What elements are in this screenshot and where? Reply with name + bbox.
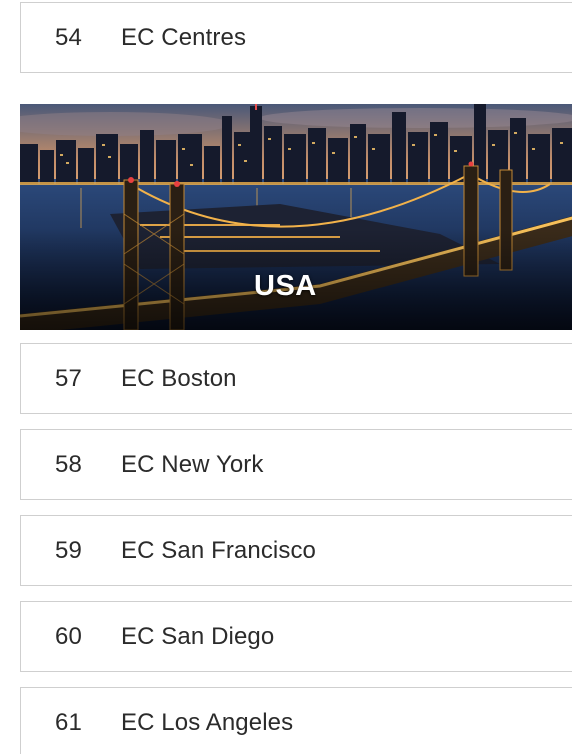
toc-page-number: 57 [55,364,83,392]
toc-section-title: EC San Diego [121,622,275,650]
toc-row-ec-boston[interactable]: 57 EC Boston [20,343,572,414]
toc-row-ec-new-york[interactable]: 58 EC New York [20,429,572,500]
toc-section-title: EC San Francisco [121,536,317,564]
toc-section-title: EC Boston [121,364,237,392]
toc-page-number: 61 [55,708,83,736]
toc-page-number: 60 [55,622,83,650]
toc-page-number: 58 [55,450,83,478]
toc-section-title: EC Los Angeles [121,708,294,736]
toc-section-title: EC Centres [121,23,247,51]
toc-row-ec-san-diego[interactable]: 60 EC San Diego [20,601,572,672]
toc-row-ec-san-francisco[interactable]: 59 EC San Francisco [20,515,572,586]
toc-section-title: EC New York [121,450,264,478]
banner-country-label: USA [254,270,317,302]
page: 54 EC Centres USA 57 EC Boston 58 EC New… [0,0,572,754]
toc-row-ec-centres[interactable]: 54 EC Centres [20,2,572,73]
toc-row-ec-los-angeles[interactable]: 61 EC Los Angeles [20,687,572,754]
toc-page-number: 54 [55,23,83,51]
toc-page-number: 59 [55,536,83,564]
